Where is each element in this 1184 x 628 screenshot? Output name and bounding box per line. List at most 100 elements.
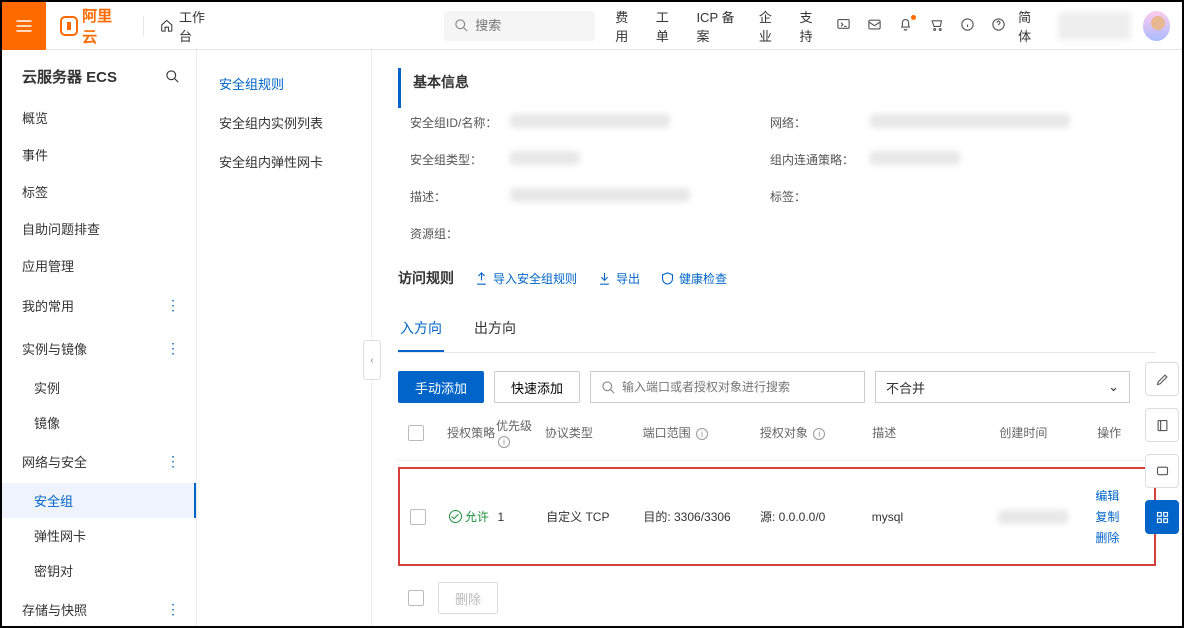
sb-events[interactable]: 事件 [2,136,196,173]
language-switch[interactable]: 简体 [1018,7,1042,45]
notification-icon[interactable] [898,17,913,35]
more-icon[interactable]: ⋮ [166,601,180,618]
hint-icon[interactable] [960,17,975,35]
col-desc: 描述 [872,424,999,441]
import-rules-link[interactable]: 导入安全组规则 [474,270,577,287]
value-type [510,151,580,165]
sb2-instances[interactable]: 安全组内实例列表 [197,103,371,142]
grid-icon [1155,510,1170,525]
sb-eni[interactable]: 弹性网卡 [2,518,196,553]
check-circle-icon [449,510,462,523]
more-icon[interactable]: ⋮ [166,297,180,314]
logo[interactable]: 阿里云 [46,5,137,47]
logo-mark-icon [60,16,78,36]
nav-support[interactable]: 支持 [799,7,822,45]
footer-checkbox[interactable] [408,590,424,606]
sb-selfhelp[interactable]: 自助问题排查 [2,210,196,247]
cart-icon[interactable] [929,17,944,35]
col-priority: 优先级i [496,417,545,448]
search-icon [601,380,616,395]
cell-protocol: 自定义 TCP [546,508,643,525]
value-id-name [510,114,670,128]
sb-instance[interactable]: 实例 [2,370,196,405]
search-icon[interactable] [165,69,180,84]
menu-toggle[interactable] [2,2,46,50]
shield-icon [660,271,675,286]
global-search[interactable] [444,11,595,41]
main-content: 基本信息 安全组ID/名称： 网络： 安全组类型： 组内连通策略： 描述： 标签… [372,50,1182,626]
value-network [870,114,1070,128]
table-header: 授权策略 优先级i 协议类型 端口范围 i 授权对象 i 描述 创建时间 操作 [398,403,1156,461]
global-search-input[interactable] [475,18,585,33]
cloudshell-icon[interactable] [836,17,851,35]
sb-group-network[interactable]: 网络与安全 ⋮ [2,440,196,483]
sb-overview[interactable]: 概览 [2,99,196,136]
section-basic-info: 基本信息 [398,68,1156,108]
avatar[interactable] [1143,11,1170,41]
select-all-checkbox[interactable] [408,425,424,441]
sb-securitygroup[interactable]: 安全组 [2,483,196,518]
row-copy-link[interactable]: 复制 [1095,508,1144,525]
chat-icon [1155,464,1170,479]
col-time: 创建时间 [999,424,1097,441]
doc-rail-button[interactable] [1145,408,1179,442]
label-policy: 组内连通策略： [770,151,870,168]
col-protocol: 协议类型 [545,424,643,441]
logo-text: 阿里云 [82,5,122,47]
export-rules-link[interactable]: 导出 [597,270,640,287]
sb-appmgmt[interactable]: 应用管理 [2,247,196,284]
sb-group-storage[interactable]: 存储与快照 ⋮ [2,588,196,626]
info-icon[interactable]: i [813,428,825,440]
value-desc [510,188,690,202]
chat-rail-button[interactable] [1145,454,1179,488]
quick-add-button[interactable]: 快速添加 [494,371,580,403]
right-rail [1142,110,1182,534]
tab-inbound[interactable]: 入方向 [398,308,444,352]
row-edit-link[interactable]: 编辑 [1095,487,1144,504]
book-icon [1155,418,1170,433]
edit-rail-button[interactable] [1145,362,1179,396]
health-check-link[interactable]: 健康检查 [660,270,727,287]
sb2-eni[interactable]: 安全组内弹性网卡 [197,142,371,181]
workbench-link[interactable]: 工作台 [150,7,225,45]
col-port: 端口范围 i [643,424,760,441]
message-icon[interactable] [867,17,882,35]
rule-search[interactable] [590,371,865,403]
rule-search-input[interactable] [622,380,854,394]
nav-enterprise[interactable]: 企业 [759,7,782,45]
batch-delete-button[interactable]: 删除 [438,582,498,614]
sb-image[interactable]: 镜像 [2,405,196,440]
sidebar-primary: 云服务器 ECS 概览 事件 标签 自助问题排查 应用管理 我的常用 ⋮ 实例与… [2,50,197,626]
more-icon[interactable]: ⋮ [166,453,180,470]
info-icon[interactable]: i [696,428,708,440]
sb-group-instance-label: 实例与镜像 [22,339,87,358]
more-icon[interactable]: ⋮ [166,340,180,357]
nav-ticket[interactable]: 工单 [656,7,679,45]
row-checkbox[interactable] [410,509,426,525]
sb-group-instance[interactable]: 实例与镜像 ⋮ [2,327,196,370]
tab-outbound[interactable]: 出方向 [472,308,518,352]
sb-tags[interactable]: 标签 [2,173,196,210]
sb-group-storage-label: 存储与快照 [22,600,87,619]
sb-group-common-label: 我的常用 [22,296,74,315]
info-icon[interactable]: i [498,436,510,448]
nav-fee[interactable]: 费用 [615,7,638,45]
help-icon[interactable] [991,17,1006,35]
manual-add-button[interactable]: 手动添加 [398,371,484,403]
export-label: 导出 [616,270,640,287]
merge-select[interactable]: 不合并 ⌄ [875,371,1130,403]
sb-keypair[interactable]: 密钥对 [2,553,196,588]
cell-time [998,510,1068,524]
nav-icp[interactable]: ICP 备案 [696,7,740,45]
cell-desc: mysql [872,510,998,524]
sb-group-common[interactable]: 我的常用 ⋮ [2,284,196,327]
col-object: 授权对象 i [760,424,872,441]
sb2-rules[interactable]: 安全组规则 [197,64,371,103]
home-icon [160,18,174,33]
row-delete-link[interactable]: 删除 [1095,529,1144,546]
info-grid: 安全组ID/名称： 网络： 安全组类型： 组内连通策略： 描述： 标签： 资源组… [410,114,1156,242]
apps-rail-button[interactable] [1145,500,1179,534]
label-type: 安全组类型： [410,151,510,168]
table-row: 允许 1 自定义 TCP 目的: 3306/3306 源: 0.0.0.0/0 … [398,467,1156,566]
search-icon [454,18,469,33]
